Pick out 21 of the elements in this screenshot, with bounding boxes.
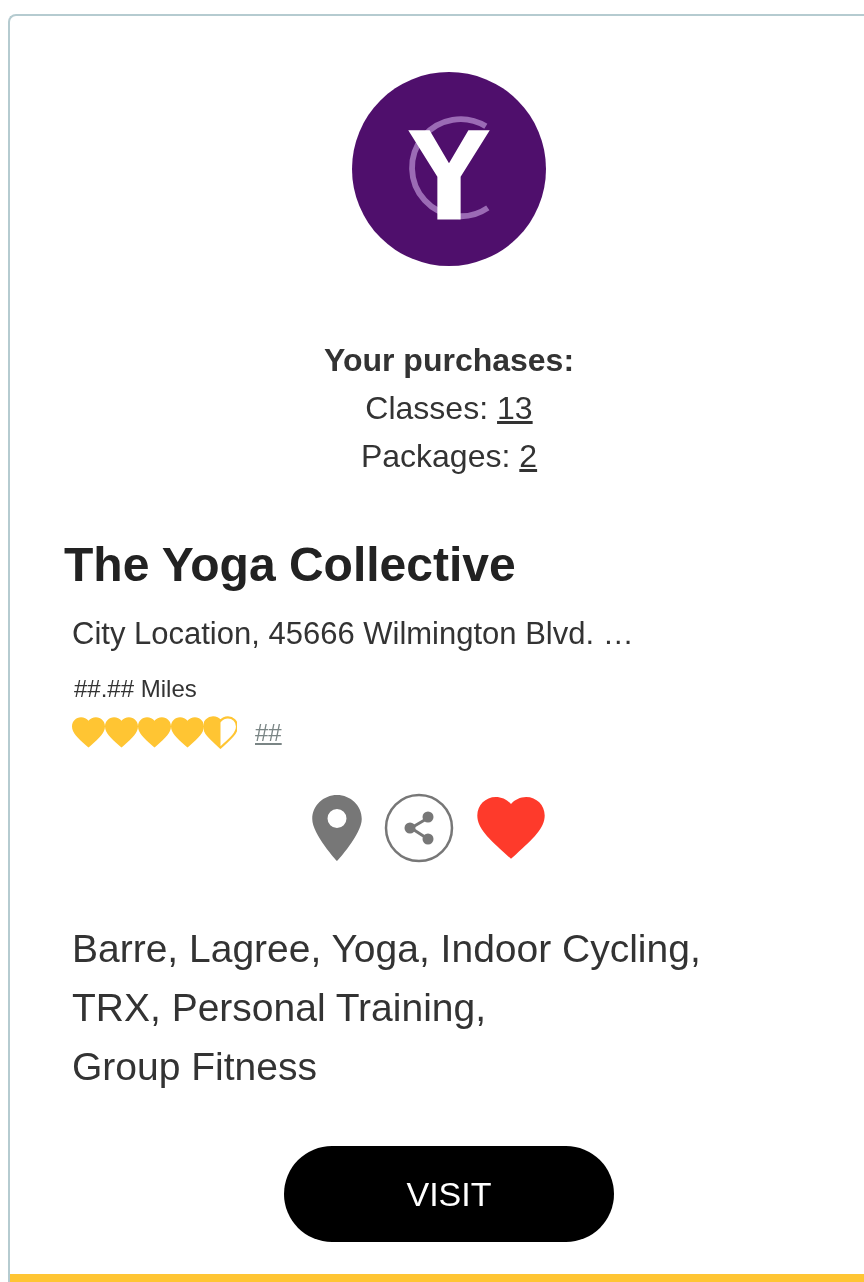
rating-heart-icon [105,716,138,749]
rating-heart-icon [138,716,171,749]
category-line: TRX, Personal Training, [72,985,487,1031]
rating-heart-icon [171,716,204,749]
share-icon[interactable] [384,793,454,863]
rating-heart-icon [72,716,105,749]
map-pin-icon[interactable] [312,795,362,861]
purchase-count-link[interactable]: 2 [519,432,538,480]
purchases-heading: Your purchases: [323,341,575,380]
category-line: Group Fitness [72,1044,318,1090]
purchase-count-link[interactable]: 13 [497,384,533,432]
distance-text: ##.## Miles [74,674,197,704]
category-line: Barre, Lagree, Yoga, Indoor Cycling, [72,926,702,972]
purchase-label: Packages: [360,437,511,476]
favorite-heart-icon[interactable] [476,797,546,859]
studio-address: City Location, 45666 Wilmington Blvd. … [72,615,634,653]
rating-heart-icon [204,716,237,749]
visit-button[interactable]: VISIT [284,1146,614,1242]
studio-name: The Yoga Collective [64,537,516,593]
review-count-link[interactable]: ## [255,718,282,747]
purchase-label: Classes: [365,389,489,428]
